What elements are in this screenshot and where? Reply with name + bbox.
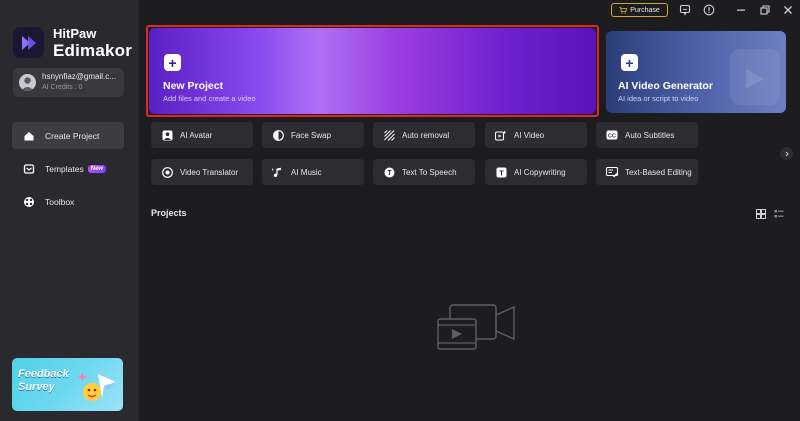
- list-view-icon[interactable]: [773, 208, 784, 219]
- ai-video-icon: [495, 129, 507, 141]
- purchase-button[interactable]: Purchase: [611, 3, 668, 17]
- ai-video-title: AI Video Generator: [618, 80, 713, 92]
- feedback-survey-banner[interactable]: Feedback Survey: [12, 358, 123, 411]
- grid-view-icon[interactable]: [755, 208, 766, 219]
- toolbox-icon: [22, 195, 36, 209]
- tool-label: AI Video: [514, 130, 545, 140]
- tool-label: Auto removal: [402, 130, 450, 140]
- tool-auto-removal[interactable]: Auto removal: [373, 122, 475, 148]
- nav-toolbox-label: Toolbox: [45, 196, 75, 207]
- close-icon[interactable]: [781, 3, 795, 17]
- tool-ai-copywriting[interactable]: T AI Copywriting: [485, 159, 587, 185]
- account-email: hsnynfiaz@gmail.c...: [42, 72, 116, 81]
- copywriting-icon: T: [495, 166, 507, 178]
- new-project-card[interactable]: + New Project Add files and create a vid…: [146, 25, 599, 117]
- feedback-line-2: Survey: [18, 381, 55, 393]
- svg-text:CC: CC: [608, 133, 616, 139]
- tool-text-based-editing[interactable]: Text-Based Editing: [596, 159, 698, 185]
- nav-create-project[interactable]: Create Project: [12, 122, 124, 149]
- new-project-title: New Project: [163, 80, 224, 92]
- avatar-icon: [161, 129, 173, 141]
- brand-name-top: HitPaw: [53, 26, 97, 41]
- ai-video-subtitle: AI idea or script to video: [618, 94, 699, 103]
- tool-label: Text To Speech: [402, 167, 457, 177]
- nav-templates-label: Templates: [45, 163, 84, 174]
- chevron-right-icon: [784, 151, 790, 157]
- ai-video-decoration-icon: [730, 49, 780, 105]
- subtitles-icon: CC: [606, 129, 618, 141]
- nav-toolbox[interactable]: Toolbox: [12, 188, 124, 215]
- translator-icon: [161, 166, 173, 178]
- svg-text:T: T: [387, 170, 392, 177]
- text-editing-icon: [606, 166, 618, 178]
- plus-icon: +: [621, 54, 638, 71]
- tool-auto-subtitles[interactable]: CC Auto Subtitles: [596, 122, 698, 148]
- feedback-chat-icon[interactable]: [678, 3, 692, 17]
- purchase-label: Purchase: [630, 6, 660, 14]
- music-icon: [272, 166, 284, 178]
- feedback-illustration-icon: [78, 372, 116, 401]
- cart-icon: [619, 6, 628, 14]
- templates-icon: [22, 162, 36, 176]
- face-swap-icon: [272, 129, 284, 141]
- new-badge: New: [87, 164, 107, 173]
- account-panel[interactable]: hsnynfiaz@gmail.c... AI Credits : 0: [13, 68, 124, 97]
- tool-video-translator[interactable]: Video Translator: [151, 159, 253, 185]
- tool-label: AI Music: [291, 167, 322, 177]
- home-icon: [22, 129, 36, 143]
- restore-icon[interactable]: [758, 3, 772, 17]
- empty-projects-icon: [436, 301, 516, 351]
- tool-label: Text-Based Editing: [625, 167, 692, 177]
- svg-text:T: T: [499, 168, 504, 177]
- nav-create-project-label: Create Project: [45, 130, 100, 141]
- text-to-speech-icon: T: [383, 166, 395, 178]
- tool-label: Video Translator: [180, 167, 239, 177]
- tool-text-to-speech[interactable]: T Text To Speech: [373, 159, 475, 185]
- help-icon[interactable]: [702, 3, 716, 17]
- tool-label: Auto Subtitles: [625, 130, 675, 140]
- brand-name-bottom: Edimakor: [53, 41, 133, 60]
- tool-label: AI Avatar: [180, 130, 213, 140]
- tool-label: Face Swap: [291, 130, 332, 140]
- plus-icon: +: [164, 54, 181, 71]
- feedback-line-1: Feedback: [18, 368, 69, 380]
- scroll-right-button[interactable]: [780, 147, 793, 160]
- app-logo-icon: [13, 27, 44, 58]
- projects-title: Projects: [151, 208, 187, 218]
- minimize-icon[interactable]: [734, 3, 748, 17]
- feedback-survey-text: Feedback Survey: [18, 368, 69, 394]
- new-project-subtitle: Add files and create a video: [163, 94, 256, 103]
- avatar: [19, 74, 36, 91]
- account-credits: AI Credits : 0: [42, 84, 83, 91]
- nav-templates[interactable]: Templates New: [12, 155, 124, 182]
- auto-removal-icon: [383, 129, 395, 141]
- tool-ai-music[interactable]: AI Music: [262, 159, 364, 185]
- tool-face-swap[interactable]: Face Swap: [262, 122, 364, 148]
- sidebar: HitPaw Edimakor hsnynfiaz@gmail.c... AI …: [0, 0, 139, 421]
- tool-ai-avatar[interactable]: AI Avatar: [151, 122, 253, 148]
- tool-label: AI Copywriting: [514, 167, 566, 177]
- tool-ai-video[interactable]: AI Video: [485, 122, 587, 148]
- ai-video-generator-card[interactable]: + AI Video Generator AI idea or script t…: [606, 31, 786, 113]
